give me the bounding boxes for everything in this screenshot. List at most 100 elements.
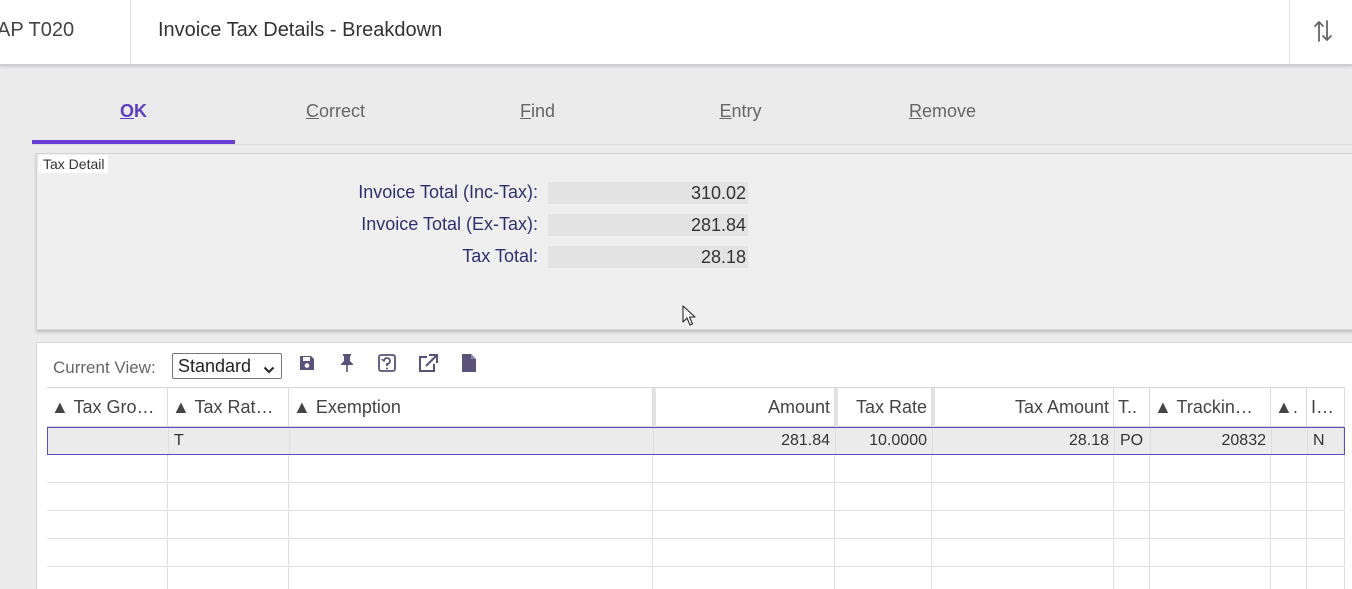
- empty-cell: [932, 539, 1114, 565]
- empty-cell: [1307, 567, 1345, 589]
- cell-amount: 281.84: [654, 428, 836, 454]
- empty-cell: [47, 511, 168, 537]
- empty-cell: [1150, 483, 1271, 509]
- chevron-down-icon: [263, 359, 275, 383]
- cell-tax-group: [48, 428, 169, 454]
- page-title: Invoice Tax Details - Breakdown: [158, 19, 443, 41]
- empty-cell: [47, 567, 168, 589]
- column-header-sort[interactable]: ▲.: [1271, 388, 1307, 428]
- empty-cell: [168, 483, 289, 509]
- empty-cell: [653, 539, 835, 565]
- mouse-pointer-icon: [682, 305, 696, 332]
- tax-total-value: 28.18: [548, 246, 748, 268]
- page-header: AP T020 Invoice Tax Details - Breakdown: [0, 0, 1352, 66]
- document-icon[interactable]: [458, 352, 480, 374]
- column-header-exemption[interactable]: ▲ Exemption: [289, 388, 653, 428]
- cell-tax-rate-code: T: [169, 428, 290, 454]
- cell-exemption: [290, 428, 654, 454]
- column-header-amount[interactable]: Amount: [653, 388, 835, 428]
- tax-detail-panel: Tax Detail Invoice Total (Inc-Tax): 310.…: [36, 153, 1352, 330]
- empty-row[interactable]: [47, 483, 1345, 511]
- current-view-label: Current View:: [53, 358, 156, 377]
- empty-cell: [653, 511, 835, 537]
- current-view-value: Standard: [178, 356, 252, 376]
- empty-cell: [932, 567, 1114, 589]
- empty-cell: [1114, 455, 1150, 481]
- tab-correct-mnemonic: C: [305, 101, 319, 121]
- tabs-divider: [32, 144, 1352, 145]
- cell-tax-rate: 10.0000: [836, 428, 933, 454]
- column-header-tax-rate[interactable]: Tax Rate: [835, 388, 932, 428]
- empty-row[interactable]: [47, 455, 1345, 483]
- column-header-tax-rate-code[interactable]: ▲ Tax Rat…: [168, 388, 289, 428]
- empty-cell: [932, 455, 1114, 481]
- empty-cell: [1114, 511, 1150, 537]
- sort-toggle-icon[interactable]: [1306, 12, 1340, 50]
- tab-entry[interactable]: Entry: [639, 101, 842, 125]
- empty-cell: [289, 483, 653, 509]
- empty-cell: [1271, 567, 1307, 589]
- invoice-total-inc-tax-value: 310.02: [548, 182, 748, 204]
- cell-sort: [1272, 428, 1308, 454]
- tab-ok-label: K: [134, 101, 147, 121]
- empty-cell: [1307, 455, 1345, 481]
- empty-cell: [289, 539, 653, 565]
- tab-find[interactable]: Find: [436, 101, 639, 125]
- empty-cell: [1150, 455, 1271, 481]
- invoice-total-ex-tax-label: Invoice Total (Ex-Tax):: [361, 214, 538, 234]
- tax-grid-panel: Current View: Standard ▲ Tax Gro… ▲ Tax …: [36, 342, 1352, 589]
- tab-find-label: ind: [530, 101, 556, 121]
- column-header-tax-group[interactable]: ▲ Tax Gro…: [47, 388, 168, 428]
- column-header-i[interactable]: I…: [1307, 388, 1345, 428]
- cell-type: PO: [1115, 428, 1151, 454]
- empty-cell: [1114, 567, 1150, 589]
- empty-cell: [289, 567, 653, 589]
- cell-i: N: [1308, 428, 1344, 454]
- column-header-tracking[interactable]: ▲ Trackin…: [1150, 388, 1271, 428]
- empty-cell: [289, 455, 653, 481]
- empty-cell: [1114, 539, 1150, 565]
- tax-total-label: Tax Total:: [462, 246, 538, 266]
- invoice-total-ex-tax-value: 281.84: [548, 214, 748, 236]
- table-row[interactable]: T 281.84 10.0000 28.18 PO 20832 N: [47, 427, 1345, 455]
- pin-icon[interactable]: [336, 352, 358, 374]
- tab-ok[interactable]: OK: [32, 101, 235, 125]
- empty-cell: [1150, 511, 1271, 537]
- empty-row[interactable]: [47, 539, 1345, 567]
- empty-cell: [1307, 511, 1345, 537]
- tab-remove-label: emove: [921, 101, 977, 121]
- empty-cell: [835, 483, 932, 509]
- app-code: AP T020: [0, 19, 75, 41]
- empty-cell: [835, 539, 932, 565]
- export-icon[interactable]: [417, 352, 439, 374]
- empty-cell: [168, 539, 289, 565]
- empty-cell: [1271, 511, 1307, 537]
- empty-cell: [1150, 567, 1271, 589]
- restore-layout-icon[interactable]: [376, 352, 398, 374]
- tax-detail-title: Tax Detail: [39, 155, 109, 173]
- column-header-tax-amount[interactable]: Tax Amount: [932, 388, 1114, 428]
- column-header-type[interactable]: T..: [1114, 388, 1150, 428]
- tab-ok-mnemonic: O: [119, 101, 134, 121]
- tab-entry-label: ntry: [731, 101, 762, 121]
- empty-row[interactable]: [47, 567, 1345, 589]
- tab-remove[interactable]: Remove: [841, 101, 1044, 125]
- empty-cell: [168, 511, 289, 537]
- empty-cell: [47, 483, 168, 509]
- cell-tax-amount: 28.18: [933, 428, 1115, 454]
- empty-cell: [1150, 539, 1271, 565]
- save-icon[interactable]: [296, 352, 318, 374]
- empty-cell: [932, 483, 1114, 509]
- empty-cell: [168, 455, 289, 481]
- empty-row[interactable]: [47, 511, 1345, 539]
- tab-correct[interactable]: Correct: [234, 101, 437, 125]
- invoice-total-inc-tax-label: Invoice Total (Inc-Tax):: [358, 182, 538, 202]
- empty-cell: [653, 455, 835, 481]
- header-divider: [130, 0, 131, 64]
- empty-cell: [1307, 483, 1345, 509]
- empty-cell: [47, 539, 168, 565]
- empty-cell: [1271, 455, 1307, 481]
- empty-cell: [1307, 539, 1345, 565]
- current-view-select[interactable]: Standard: [172, 353, 282, 379]
- empty-cell: [835, 511, 932, 537]
